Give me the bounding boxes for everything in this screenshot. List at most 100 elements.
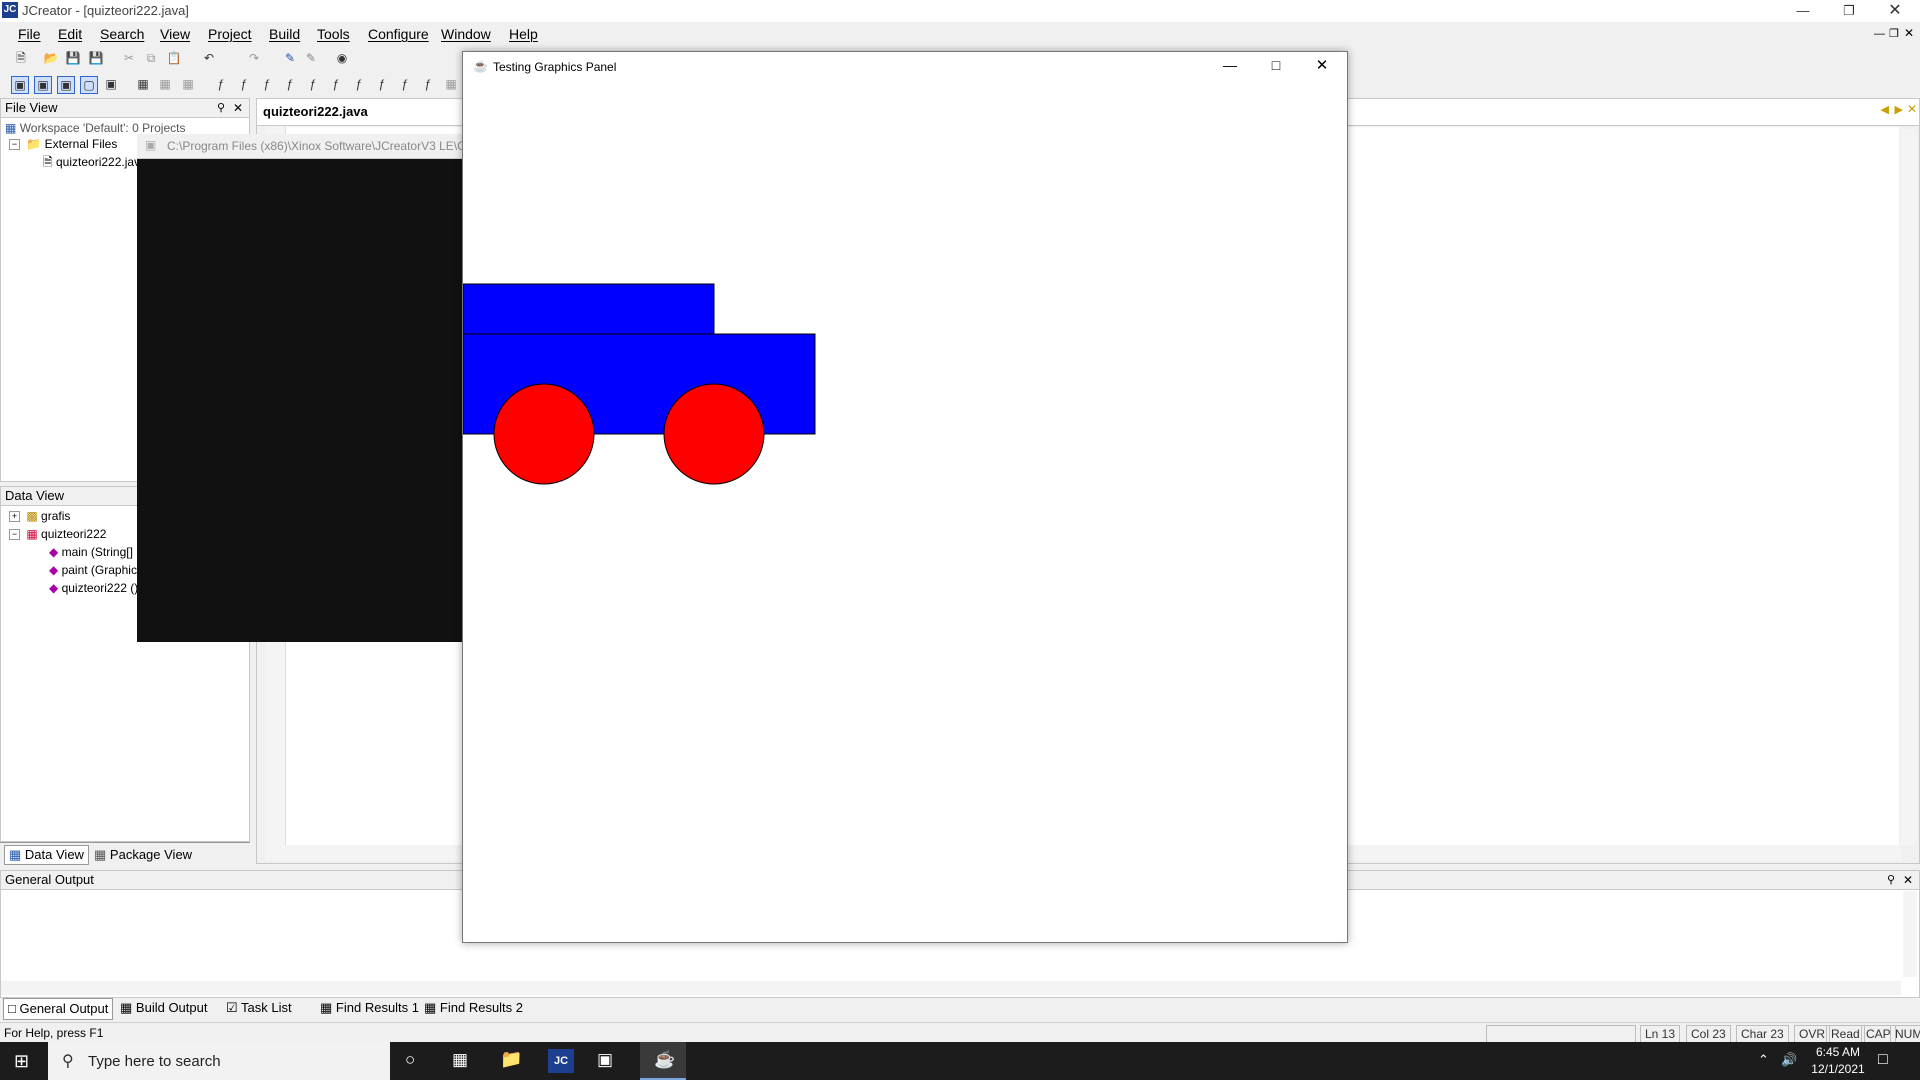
windows-start-icon[interactable]: ⊞ (14, 1051, 29, 1072)
notification-icon[interactable]: □ (1878, 1051, 1888, 1069)
layout-3-icon[interactable]: ▣ (57, 76, 75, 94)
bookmark-5-icon[interactable]: ƒ (305, 76, 321, 92)
bookmark-4-icon[interactable]: ƒ (282, 76, 298, 92)
cut-icon[interactable]: ✂ (121, 50, 137, 66)
tree-node-method[interactable]: ◆ main (String[] (49, 545, 133, 559)
external-files-node[interactable]: − 📁 External Files (9, 137, 117, 151)
copy-icon[interactable]: ⧉ (143, 50, 159, 66)
tab-find-results-2[interactable]: ▦ Find Results 2 (420, 998, 527, 1018)
menu-project[interactable]: Project (208, 26, 252, 42)
bookmark-7-icon[interactable]: ƒ (351, 76, 367, 92)
save-icon[interactable]: 💾 (65, 50, 81, 66)
open-folder-icon[interactable]: 📂 (43, 50, 59, 66)
redo-icon[interactable]: ↷ (246, 50, 262, 66)
minimize-button[interactable]: — (1780, 0, 1826, 22)
tab-data-view[interactable]: ▦ Data View (4, 845, 89, 865)
restore-button[interactable]: ❐ (1826, 0, 1872, 22)
editor-vertical-scrollbar[interactable] (1901, 129, 1917, 845)
tab-close-icon[interactable]: ✕ (1907, 102, 1917, 116)
editor-tab-quizteori222[interactable]: quizteori222.java (263, 104, 368, 119)
graphics-close-button[interactable]: ✕ (1307, 56, 1337, 74)
menu-search[interactable]: Search (100, 26, 144, 42)
bookmark-2-icon[interactable]: ƒ (236, 76, 252, 92)
status-num: NUM (1890, 1025, 1920, 1043)
taskbar-date[interactable]: 12/1/2021 (1808, 1062, 1868, 1076)
collapse-icon[interactable]: − (9, 529, 20, 541)
find-results-icon: ▦ (320, 1000, 333, 1015)
layout-2-icon[interactable]: ▣ (34, 76, 52, 94)
graphics-window[interactable]: ☕ Testing Graphics Panel — □ ✕ (462, 51, 1348, 943)
tab-scroll-right-icon[interactable]: ▶ (1895, 103, 1903, 116)
console-window[interactable]: ▣ C:\Program Files (x86)\Xinox Software\… (137, 134, 465, 642)
graphics-maximize-button[interactable]: □ (1261, 57, 1291, 73)
bookmark-6-icon[interactable]: ƒ (328, 76, 344, 92)
mdi-restore-icon[interactable]: ❐ (1889, 27, 1899, 40)
cortana-icon[interactable]: ○ (405, 1050, 415, 1070)
jcreator-app-icon: JC (2, 2, 18, 18)
menu-view[interactable]: View (160, 26, 190, 42)
menu-tools[interactable]: Tools (317, 26, 350, 42)
panel-close-icon[interactable]: ✕ (1903, 871, 1913, 889)
menu-build[interactable]: Build (269, 26, 300, 42)
panel-close-icon[interactable]: ✕ (233, 99, 243, 117)
window-3-icon[interactable]: ▦ (180, 76, 196, 92)
tree-node-class[interactable]: − ▦ quizteori222 (9, 527, 106, 541)
jcreator-taskbar-icon[interactable]: JC (548, 1049, 574, 1073)
mdi-close-icon[interactable]: ✕ (1904, 26, 1914, 40)
mdi-minimize-icon[interactable]: — (1874, 28, 1885, 40)
save-all-icon[interactable]: 💾 (88, 50, 104, 66)
general-output-icon: □ (8, 1001, 16, 1016)
tree-node-method[interactable]: ◆ quizteori222 () (49, 581, 138, 595)
compile-icon[interactable]: ✎ (282, 50, 298, 66)
layout-4-icon[interactable]: ▢ (80, 76, 98, 94)
tree-node-method[interactable]: ◆ paint (Graphic (49, 563, 137, 577)
close-button[interactable]: ✕ (1872, 0, 1918, 22)
graphics-minimize-button[interactable]: — (1215, 57, 1245, 73)
tab-task-list[interactable]: ☑ Task List (222, 998, 296, 1018)
undo-icon[interactable]: ↶ (201, 50, 217, 66)
paste-icon[interactable]: 📋 (166, 50, 182, 66)
file-explorer-icon[interactable]: 📁 (500, 1049, 522, 1070)
window-2-icon[interactable]: ▦ (157, 76, 173, 92)
volume-icon[interactable]: 🔊 (1781, 1052, 1797, 1068)
expand-icon[interactable]: + (9, 511, 20, 523)
console-taskbar-icon[interactable]: ▣ (597, 1050, 613, 1070)
workspace-node[interactable]: ▦ Workspace 'Default': 0 Projects (5, 121, 185, 135)
layout-1-icon[interactable]: ▣ (11, 76, 29, 94)
menu-edit[interactable]: Edit (58, 26, 82, 42)
java-app-taskbar-item[interactable]: ☕ (640, 1042, 686, 1080)
tab-scroll-left-icon[interactable]: ◀ (1881, 103, 1889, 116)
pin-icon[interactable]: ⚲ (217, 99, 225, 117)
tray-chevron-icon[interactable]: ⌃ (1758, 1052, 1769, 1068)
bookmark-8-icon[interactable]: ƒ (374, 76, 390, 92)
tab-package-view[interactable]: ▦ Package View (90, 846, 196, 864)
menu-configure[interactable]: Configure (368, 26, 429, 42)
bookmark-3-icon[interactable]: ƒ (259, 76, 275, 92)
output-vertical-scrollbar[interactable] (1903, 891, 1917, 977)
bookmark-1-icon[interactable]: ƒ (213, 76, 229, 92)
bookmark-10-icon[interactable]: ƒ (420, 76, 436, 92)
find-binoculars-icon[interactable]: ◉ (334, 50, 350, 66)
tab-build-output[interactable]: ▦ Build Output (116, 998, 211, 1018)
task-view-icon[interactable]: ▦ (452, 1050, 468, 1070)
menu-window[interactable]: Window (441, 26, 491, 42)
layout-5-icon[interactable]: ▣ (103, 76, 119, 92)
collapse-icon[interactable]: − (9, 139, 20, 151)
output-horizontal-scrollbar[interactable] (1, 981, 1901, 995)
tab-find-results-1[interactable]: ▦ Find Results 1 (316, 998, 423, 1018)
tab-general-output[interactable]: □ General Output (3, 998, 114, 1020)
bookmark-11-icon[interactable]: ▦ (443, 76, 459, 92)
taskbar-search-box[interactable]: ⚲ Type here to search (48, 1042, 390, 1080)
menu-help[interactable]: Help (509, 26, 538, 42)
tree-node-grafis[interactable]: + ▩ grafis (9, 509, 70, 523)
find-results-icon: ▦ (424, 1000, 437, 1015)
execute-icon[interactable]: ✎ (303, 50, 319, 66)
taskbar-time[interactable]: 6:45 AM (1808, 1045, 1868, 1059)
window-1-icon[interactable]: ▦ (135, 76, 151, 92)
car-wheel-front (493, 383, 595, 485)
new-file-icon[interactable]: 🗎 (13, 50, 29, 66)
pin-icon[interactable]: ⚲ (1887, 871, 1895, 889)
menu-file[interactable]: File (18, 26, 41, 42)
file-node[interactable]: 🗎 quizteori222.java (43, 153, 147, 174)
bookmark-9-icon[interactable]: ƒ (397, 76, 413, 92)
